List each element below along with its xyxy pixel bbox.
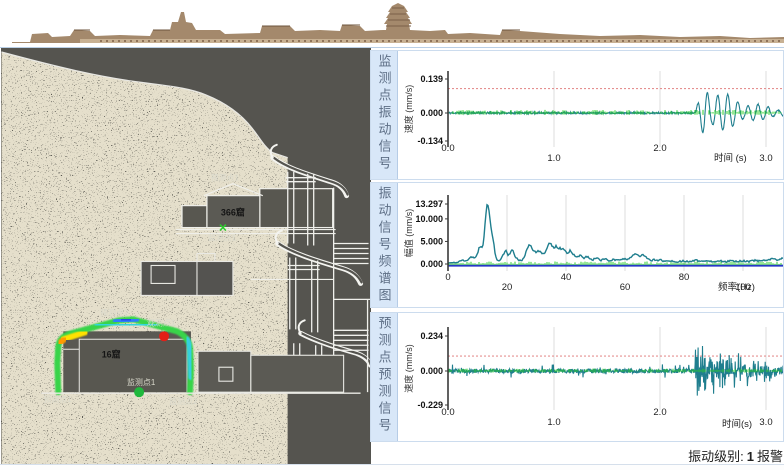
vibration-monitoring-app: 366窟 预测点1 监测点1 16窟 预测点2 观测点1 监测点1 预测点1 监… <box>0 0 784 470</box>
vibration-level-suffix: 报警 <box>756 449 783 464</box>
monitoring-point1-label: 监测点1 <box>127 377 156 387</box>
svg-text:3.0: 3.0 <box>759 417 772 428</box>
lower-monitoring-point2-label: 监测点2 <box>169 396 198 406</box>
svg-text:时间 (s): 时间 (s) <box>714 152 747 164</box>
monitor-signal-row: 监测点振动信号 0.139 0.000 -0.134 0.0 1.0 2.0 3.0 时间 (… <box>370 50 784 180</box>
cave-section-panel: 366窟 预测点1 监测点1 16窟 预测点2 观测点1 监测点1 预测点1 监… <box>0 48 374 464</box>
cave366-label: 366窟 <box>221 207 245 218</box>
svg-text:0.000: 0.000 <box>420 366 443 376</box>
cave16-label: 16窟 <box>102 348 121 359</box>
svg-text:5.000: 5.000 <box>420 236 443 246</box>
vibration-level-value: 1 <box>746 449 754 464</box>
svg-text:80: 80 <box>679 272 690 283</box>
vibration-level-status: 振动级别: 1 报警 <box>371 446 783 465</box>
svg-text:0.234: 0.234 <box>420 331 443 341</box>
svg-text:0: 0 <box>445 272 450 283</box>
svg-text:10.000: 10.000 <box>415 214 443 224</box>
svg-text:-0.229: -0.229 <box>417 400 443 410</box>
svg-text:0.139: 0.139 <box>420 74 443 84</box>
prediction-signal-label-strip: 预测点预测信号 <box>371 313 398 441</box>
monitor-signal-panel-label: 监测点振动信号 <box>376 54 392 173</box>
site-panorama-banner <box>0 0 784 48</box>
observation-point1-label: 观测点1 <box>147 318 176 327</box>
svg-text:-0.134: -0.134 <box>417 136 443 146</box>
spectrum-panel-label: 振动信号频谱图 <box>376 186 392 305</box>
svg-text:20: 20 <box>502 282 513 293</box>
monitor-signal-chart: 0.139 0.000 -0.134 0.0 1.0 2.0 3.0 时间 (s) 速度 (mm… <box>398 51 783 179</box>
observation-point1-marker <box>159 331 170 342</box>
panorama-skyline-image <box>12 3 784 43</box>
spectrum-chart: 13.297 10.000 5.000 0.000 0 20 40 60 80 100 频率(Hz)… <box>398 183 783 307</box>
svg-text:0.0: 0.0 <box>441 143 454 154</box>
svg-text:0.000: 0.000 <box>420 108 443 118</box>
cave-section-drawing: 366窟 预测点1 监测点1 16窟 预测点2 观测点1 监测点1 预测点1 监… <box>1 48 374 464</box>
svg-text:频率(Hz): 频率(Hz) <box>718 281 755 293</box>
svg-text:0.0: 0.0 <box>441 407 454 418</box>
upper-prediction-point-label: 预测点1 <box>211 173 240 183</box>
svg-text:0.000: 0.000 <box>420 259 443 269</box>
svg-text:幅值 (mm/s): 幅值 (mm/s) <box>403 209 414 258</box>
svg-text:13.297: 13.297 <box>415 199 443 209</box>
vibration-level-label: 振动级别: <box>688 449 744 464</box>
svg-text:2.0: 2.0 <box>653 143 666 154</box>
svg-text:1.0: 1.0 <box>547 153 560 164</box>
svg-text:2.0: 2.0 <box>653 407 666 418</box>
svg-text:60: 60 <box>620 282 631 293</box>
monitoring-point1-marker <box>134 387 145 398</box>
spectrum-row: 振动信号频谱图 13.297 10.000 5.000 0.000 0 20 40 60 80 1… <box>370 182 784 308</box>
svg-text:时间(s): 时间(s) <box>722 418 752 430</box>
lower-prediction-point1-label: 预测点1 <box>43 394 72 404</box>
svg-text:速度 (mm/s): 速度 (mm/s) <box>403 344 414 393</box>
prediction-signal-panel-label: 预测点预测信号 <box>376 316 392 435</box>
monitor-signal-label-strip: 监测点振动信号 <box>371 51 398 179</box>
svg-text:3.0: 3.0 <box>759 153 772 164</box>
bottom-strip <box>0 464 784 470</box>
upper-monitoring-point-label: 监测点1 <box>208 233 237 243</box>
svg-text:速度 (mm/s): 速度 (mm/s) <box>403 85 414 134</box>
svg-text:1.0: 1.0 <box>547 417 560 428</box>
svg-text:40: 40 <box>561 272 572 283</box>
prediction-signal-row: 预测点预测信号 0.234 0.000 -0.229 0.0 1.0 2.0 3.0 时间(s… <box>370 312 784 442</box>
prediction-point2-label: 预测点2 <box>100 307 129 317</box>
prediction-signal-chart: 0.234 0.000 -0.229 0.0 1.0 2.0 3.0 时间(s) 速度 (mm/… <box>398 313 783 441</box>
spectrum-label-strip: 振动信号频谱图 <box>371 183 398 307</box>
